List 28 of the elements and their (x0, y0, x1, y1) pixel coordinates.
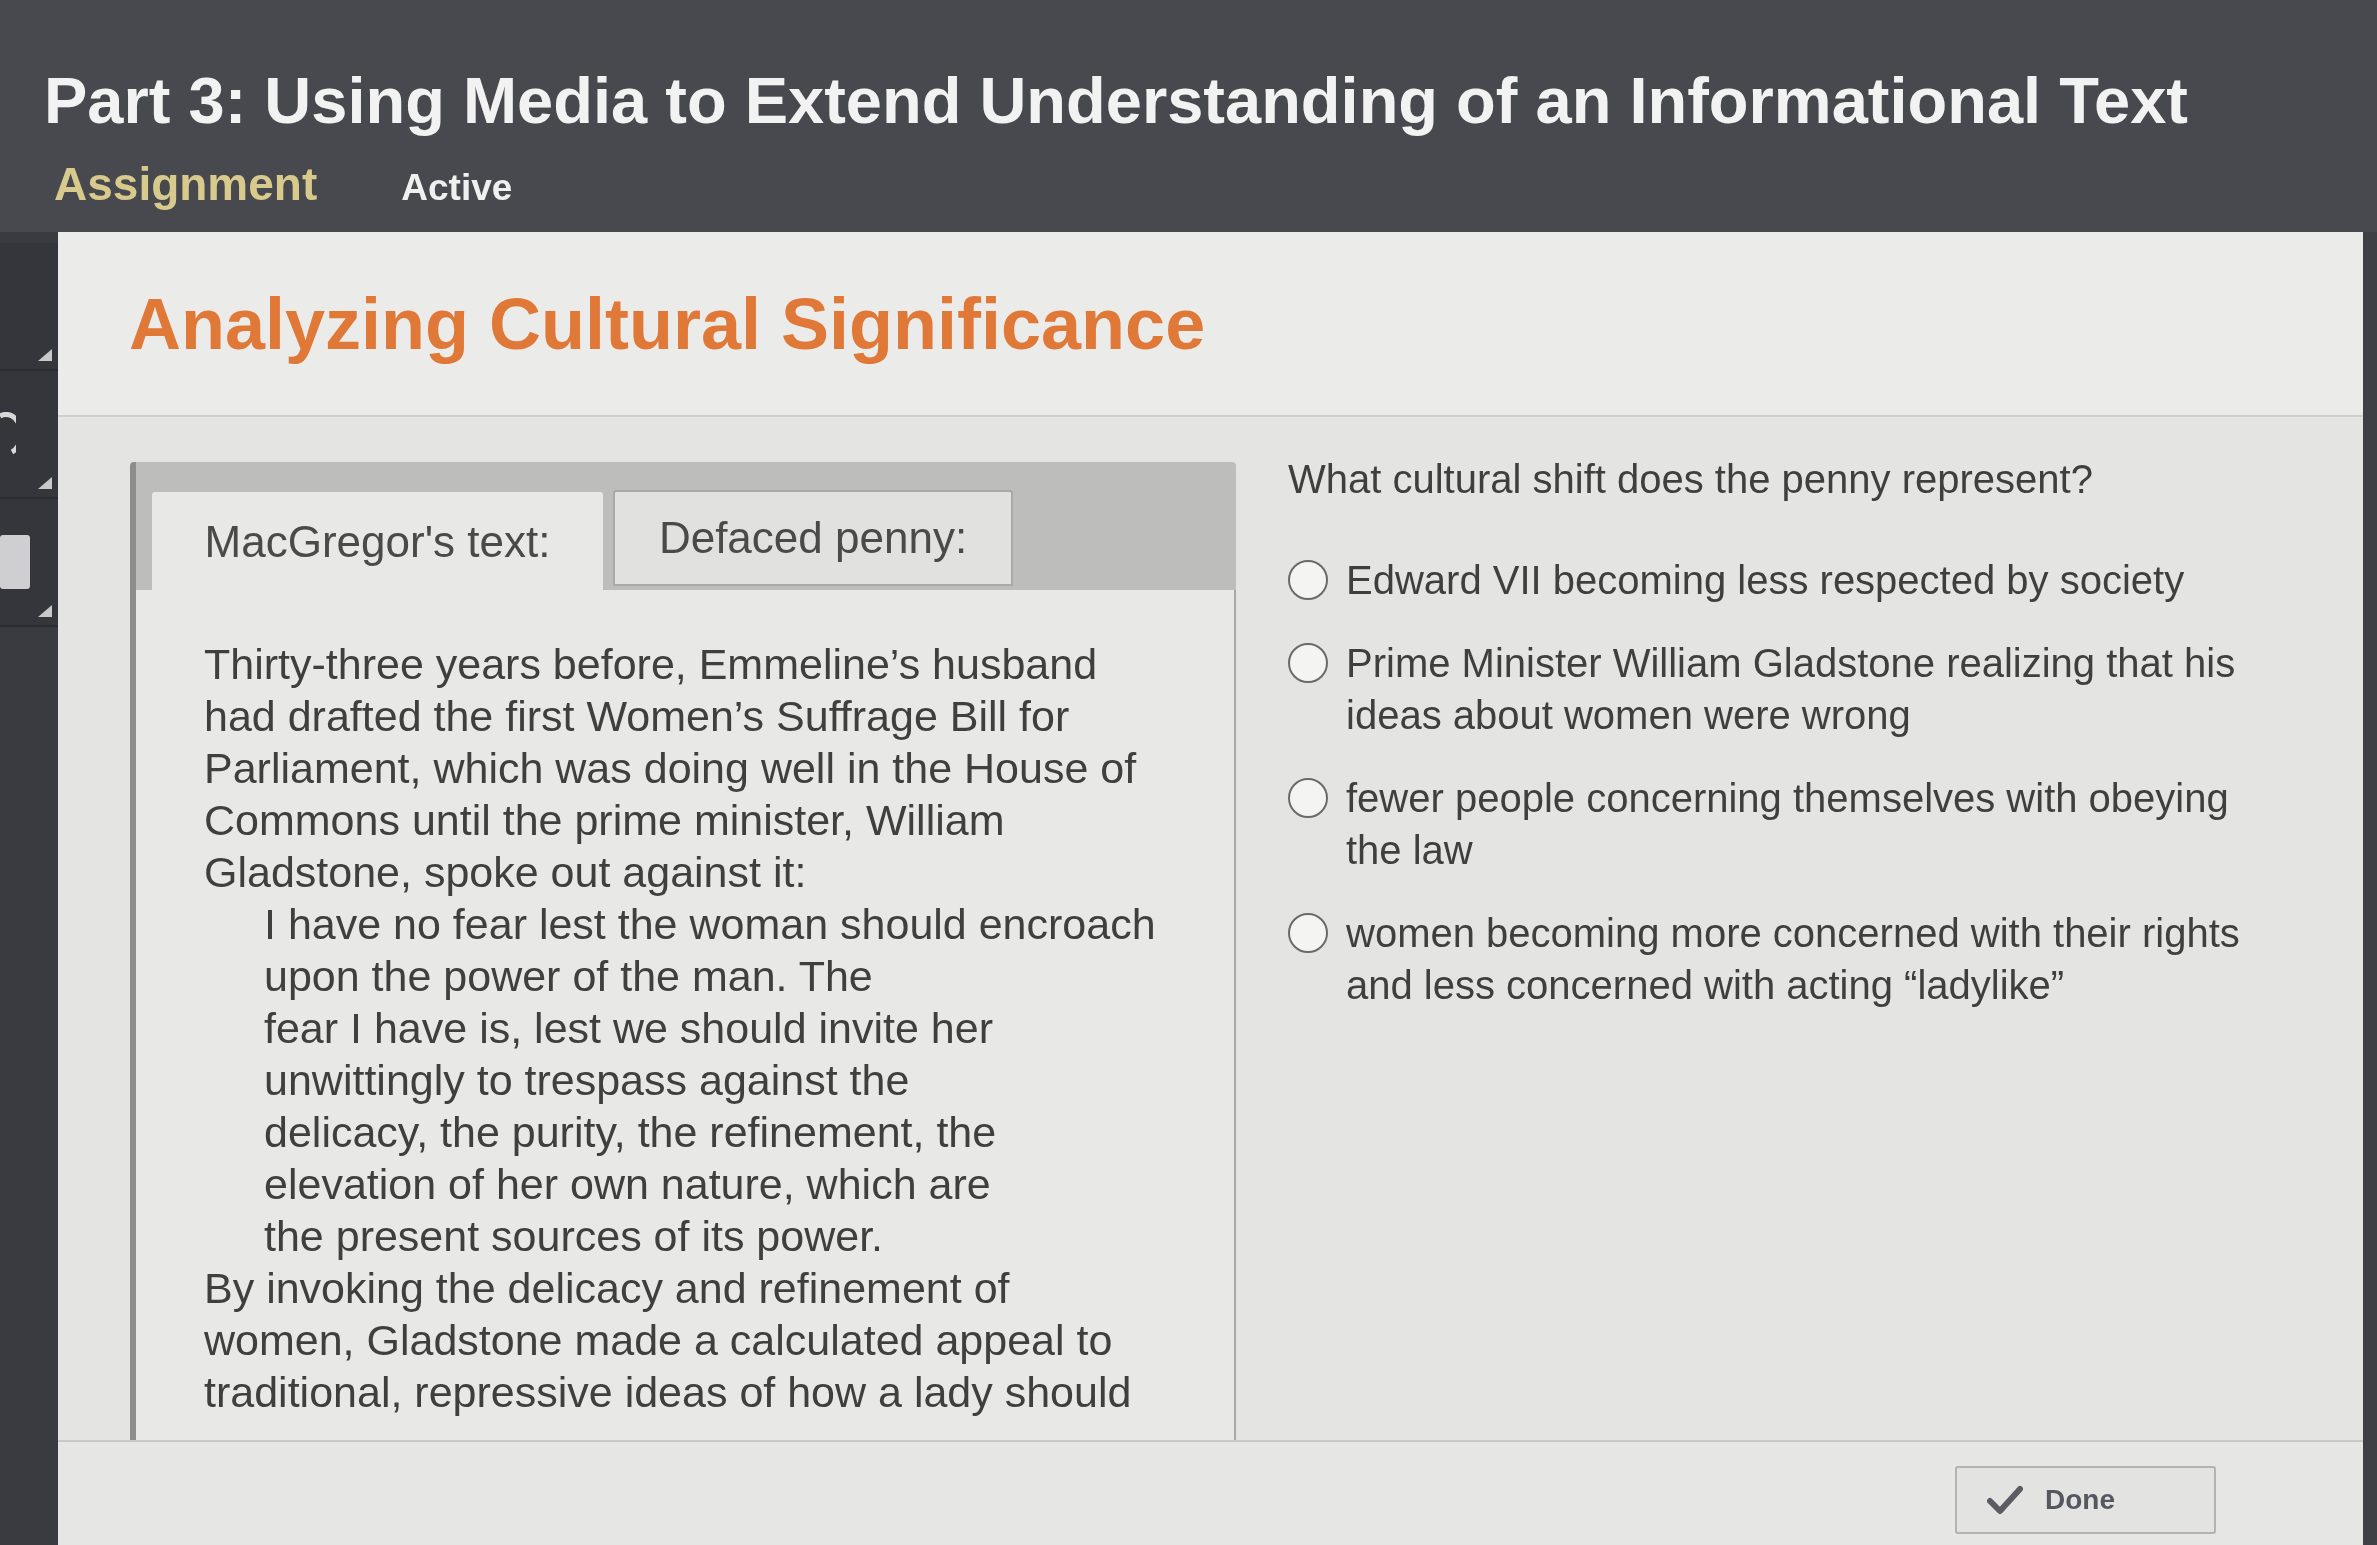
reader-tab[interactable]: Defaced penny: (613, 490, 1013, 586)
question-prompt: What cultural shift does the penny represent? (1288, 456, 2093, 503)
answer-option[interactable]: Edward VII becoming less respected by society (1288, 554, 2288, 606)
answer-option[interactable]: fewer people concerning themselves with obeying the law (1288, 772, 2288, 876)
block-quote: I have no fear lest the woman should encroach upon the power of the man. The fear I have is, lest we should invite her unwittingly to trespass against the delicacy, the purity, the refinement, the elevation of her own nature, which are the present sources of its power. (264, 899, 1156, 1262)
answer-option[interactable]: women becoming more concerned with their rights and less concerned with acting “ladylike” (1288, 907, 2288, 1011)
status-label: Active (401, 166, 513, 210)
arc-icon (0, 412, 16, 456)
activity-title: Analyzing Cultural Significance (129, 282, 1206, 365)
radio-button[interactable] (1288, 560, 1328, 600)
category-label: Assignment (54, 158, 318, 210)
body-paragraph: By invoking the delicacy and refinement of women, Gladstone made a calculated appeal to traditional, repressive ideas of how a lady should (204, 1263, 1132, 1418)
sidebar-tile[interactable] (0, 499, 58, 627)
triangle-icon (38, 349, 52, 361)
done-button[interactable]: Done (1955, 1466, 2216, 1534)
radio-button[interactable] (1288, 643, 1328, 683)
answer-option[interactable]: Prime Minister William Gladstone realizing that his ideas about women were wrong (1288, 637, 2288, 741)
triangle-icon (38, 477, 52, 489)
radio-button[interactable] (1288, 913, 1328, 953)
page-title: Part 3: Using Media to Extend Understanding of an Informational Text (44, 64, 2188, 138)
sidebar-tile[interactable] (0, 371, 58, 499)
page-icon (0, 535, 30, 589)
body-paragraph: Thirty-three years before, Emmeline’s husband had drafted the first Women’s Suffrage Bill for Parliament, which was doing well in the House of Commons until the prime minister, William Gladstone, spoke out against it: (204, 639, 1137, 898)
radio-button[interactable] (1288, 778, 1328, 818)
sidebar-tile[interactable] (0, 243, 58, 371)
check-icon (1987, 1485, 2023, 1515)
triangle-icon (38, 605, 52, 617)
reader-tab[interactable]: MacGregor's text: (152, 492, 603, 590)
